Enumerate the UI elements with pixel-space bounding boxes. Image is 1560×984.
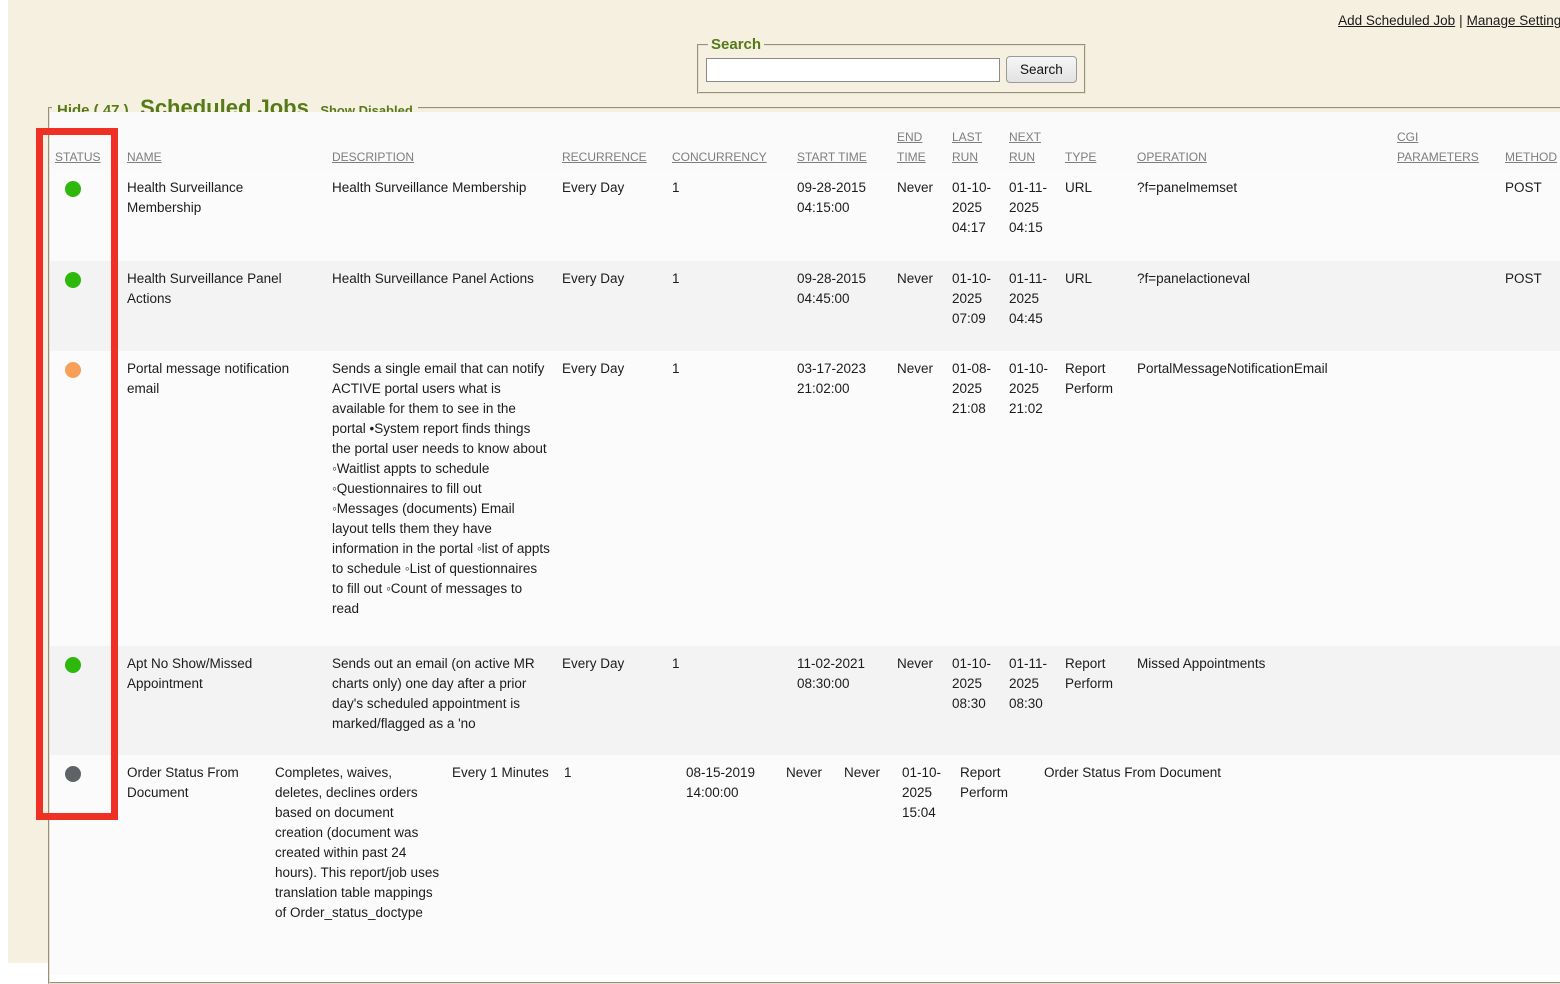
next-run-cell: 01-11-2025 04:45 bbox=[1004, 261, 1060, 351]
next-run-cell: 01-11-2025 04:15 bbox=[1004, 170, 1060, 261]
type-cell: URL bbox=[1060, 170, 1132, 261]
method-cell bbox=[1500, 646, 1560, 755]
status-dot-icon bbox=[65, 272, 81, 288]
manage-settings-link[interactable]: Manage Settings bbox=[1467, 13, 1560, 28]
operation-cell: PortalMessageNotificationEmail bbox=[1132, 351, 1392, 646]
end-time-cell: Never bbox=[892, 646, 947, 755]
method-cell bbox=[1397, 755, 1455, 975]
operation-cell: Missed Appointments bbox=[1132, 646, 1392, 755]
concurrency-cell: 1 bbox=[559, 755, 681, 975]
method-cell: POST bbox=[1500, 261, 1560, 351]
operation-cell: ?f=panelactioneval bbox=[1132, 261, 1392, 351]
description-cell: Sends a single email that can notify ACT… bbox=[327, 351, 557, 646]
next-run-cell: 01-10-2025 21:02 bbox=[1004, 351, 1060, 646]
name-cell: Portal message notification email bbox=[122, 351, 327, 646]
name-cell: Apt No Show/Missed Appointment bbox=[122, 646, 327, 755]
table-row: Portal message notification email Sends … bbox=[50, 351, 1560, 646]
cgi-parameters-cell bbox=[1392, 170, 1500, 261]
top-nav: Add Scheduled Job | Manage Settings bbox=[1338, 13, 1560, 28]
operation-cell: Order Status From Document bbox=[1039, 755, 1339, 975]
description-cell: Health Surveillance Membership bbox=[327, 170, 557, 261]
method-cell bbox=[1500, 351, 1560, 646]
recurrence-cell: Every Day bbox=[557, 170, 667, 261]
start-time-cell: 09-28-2015 04:15:00 bbox=[792, 170, 892, 261]
next-run-cell: 01-11-2025 08:30 bbox=[1004, 646, 1060, 755]
end-time-cell: Never bbox=[781, 755, 839, 975]
col-header-end-time[interactable]: END TIME bbox=[892, 127, 947, 170]
last-run-cell: 01-10-2025 07:09 bbox=[947, 261, 1004, 351]
last-run-cell: 01-10-2025 04:17 bbox=[947, 170, 1004, 261]
type-cell: Report Perform bbox=[955, 755, 1039, 975]
concurrency-cell: 1 bbox=[667, 646, 792, 755]
search-legend: Search bbox=[708, 36, 764, 53]
status-cell bbox=[50, 261, 122, 351]
col-header-concurrency[interactable]: CONCURRENCY bbox=[667, 147, 792, 170]
start-time-cell: 08-15-2019 14:00:00 bbox=[681, 755, 781, 975]
status-dot-icon bbox=[65, 766, 81, 782]
col-header-cgi-parameters[interactable]: CGI PARAMETERS bbox=[1392, 127, 1500, 170]
description-cell: Sends out an email (on active MR charts … bbox=[327, 646, 557, 755]
recurrence-cell: Every Day bbox=[557, 261, 667, 351]
start-time-cell: 11-02-2021 08:30:00 bbox=[792, 646, 892, 755]
cgi-parameters-cell bbox=[1392, 351, 1500, 646]
cgi-parameters-cell bbox=[1392, 646, 1500, 755]
table-header-row: STATUS NAME DESCRIPTION RECURRENCE CONCU… bbox=[50, 126, 1560, 170]
type-cell: URL bbox=[1060, 261, 1132, 351]
col-header-name[interactable]: NAME bbox=[122, 147, 327, 170]
operation-cell: ?f=panelmemset bbox=[1132, 170, 1392, 261]
status-cell bbox=[50, 646, 122, 755]
start-time-cell: 03-17-2023 21:02:00 bbox=[792, 351, 892, 646]
col-header-recurrence[interactable]: RECURRENCE bbox=[557, 147, 667, 170]
col-header-start-time[interactable]: START TIME bbox=[792, 147, 892, 170]
scheduled-jobs-table: STATUS NAME DESCRIPTION RECURRENCE CONCU… bbox=[50, 126, 1560, 975]
recurrence-cell: Every 1 Minutes bbox=[447, 755, 559, 975]
last-run-cell: 01-10-2025 08:30 bbox=[947, 646, 1004, 755]
type-cell: Report Perform bbox=[1060, 351, 1132, 646]
end-time-cell: Never bbox=[892, 170, 947, 261]
status-cell bbox=[50, 351, 122, 646]
last-run-cell: Never bbox=[839, 755, 897, 975]
type-cell: Report Perform bbox=[1060, 646, 1132, 755]
name-cell: Order Status From Document bbox=[122, 755, 270, 975]
method-cell: POST bbox=[1500, 170, 1560, 261]
table-row: Health Surveillance Membership Health Su… bbox=[50, 170, 1560, 261]
status-dot-icon bbox=[65, 657, 81, 673]
search-panel: Search Search bbox=[697, 36, 1086, 94]
search-row: Search bbox=[706, 56, 1077, 83]
col-header-description[interactable]: DESCRIPTION bbox=[327, 147, 557, 170]
start-time-cell: 09-28-2015 04:45:00 bbox=[792, 261, 892, 351]
table-row: Apt No Show/Missed Appointment Sends out… bbox=[50, 646, 1560, 755]
table-row: Health Surveillance Panel Actions Health… bbox=[50, 261, 1560, 351]
add-scheduled-job-link[interactable]: Add Scheduled Job bbox=[1338, 13, 1455, 28]
status-dot-icon bbox=[65, 181, 81, 197]
col-header-method[interactable]: METHOD bbox=[1500, 147, 1560, 170]
status-dot-icon bbox=[65, 362, 81, 378]
status-cell bbox=[50, 170, 122, 261]
description-cell: Completes, waives, deletes, declines ord… bbox=[270, 755, 447, 975]
col-header-type[interactable]: TYPE bbox=[1060, 147, 1132, 170]
recurrence-cell: Every Day bbox=[557, 351, 667, 646]
col-header-status[interactable]: STATUS bbox=[50, 147, 122, 170]
search-button[interactable]: Search bbox=[1006, 56, 1077, 83]
col-header-operation[interactable]: OPERATION bbox=[1132, 147, 1392, 170]
last-run-cell: 01-08-2025 21:08 bbox=[947, 351, 1004, 646]
end-time-cell: Never bbox=[892, 261, 947, 351]
concurrency-cell: 1 bbox=[667, 351, 792, 646]
table-row: Order Status From Document Completes, wa… bbox=[50, 755, 1560, 975]
concurrency-cell: 1 bbox=[667, 170, 792, 261]
status-cell bbox=[50, 755, 122, 975]
nav-separator: | bbox=[1459, 13, 1463, 28]
col-header-next-run[interactable]: NEXT RUN bbox=[1004, 127, 1060, 170]
name-cell: Health Surveillance Membership bbox=[122, 170, 327, 261]
recurrence-cell: Every Day bbox=[557, 646, 667, 755]
cgi-parameters-cell bbox=[1339, 755, 1397, 975]
search-input[interactable] bbox=[706, 58, 1000, 82]
name-cell: Health Surveillance Panel Actions bbox=[122, 261, 327, 351]
concurrency-cell: 1 bbox=[667, 261, 792, 351]
cgi-parameters-cell bbox=[1392, 261, 1500, 351]
description-cell: Health Surveillance Panel Actions bbox=[327, 261, 557, 351]
next-run-cell: 01-10-2025 15:04 bbox=[897, 755, 955, 975]
end-time-cell: Never bbox=[892, 351, 947, 646]
col-header-last-run[interactable]: LAST RUN bbox=[947, 127, 1004, 170]
